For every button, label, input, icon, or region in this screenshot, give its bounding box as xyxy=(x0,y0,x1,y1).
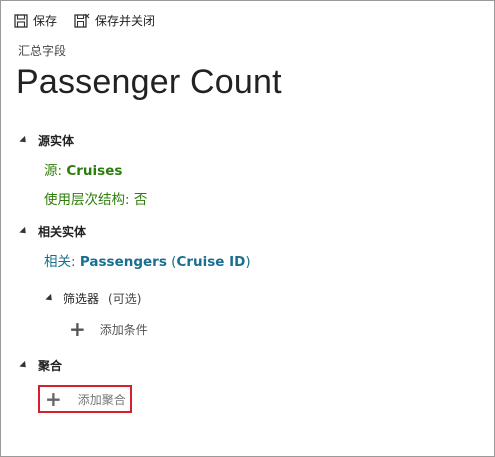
add-aggregate-button[interactable]: + 添加聚合 xyxy=(38,385,132,413)
form-window: 保存 保存并关闭 汇总字段 Passenger Count 源实体 源: Cru… xyxy=(0,0,495,457)
related-key-close: ) xyxy=(245,254,251,270)
hierarchy-row: 使用层次结构: 否 xyxy=(44,188,147,208)
page-title: Passenger Count xyxy=(16,63,282,101)
collapse-triangle-icon xyxy=(19,226,29,237)
source-value-link[interactable]: Cruises xyxy=(66,163,122,179)
collapse-triangle-icon xyxy=(45,293,55,304)
source-entity-section-header[interactable]: 源实体 xyxy=(19,132,75,149)
save-and-close-button[interactable]: 保存并关闭 xyxy=(74,12,155,29)
add-condition-button[interactable]: + 添加条件 xyxy=(69,319,148,339)
source-label: 源: xyxy=(44,163,63,179)
related-row[interactable]: 相关: Passengers (Cruise ID) xyxy=(44,250,251,270)
save-close-label: 保存并关闭 xyxy=(95,14,156,28)
related-entity-section-header[interactable]: 相关实体 xyxy=(19,223,87,240)
add-condition-label: 添加条件 xyxy=(99,322,148,337)
source-row: 源: Cruises xyxy=(44,159,122,179)
plus-icon: + xyxy=(69,317,86,341)
collapse-triangle-icon xyxy=(19,135,29,146)
hierarchy-label: 使用层次结构: xyxy=(44,192,130,208)
filter-section-header[interactable]: 筛选器 (可选) xyxy=(45,290,142,307)
aggregate-section-header[interactable]: 聚合 xyxy=(19,357,63,374)
related-label: 相关: xyxy=(44,254,76,270)
related-entity-value: Passengers xyxy=(79,254,167,270)
save-close-icon xyxy=(74,13,90,28)
save-button[interactable]: 保存 xyxy=(14,12,57,29)
save-label: 保存 xyxy=(33,14,58,28)
related-entity-heading: 相关实体 xyxy=(38,225,87,239)
filter-heading: 筛选器 xyxy=(63,292,100,306)
related-key-value: Cruise ID xyxy=(176,254,246,270)
add-aggregate-label: 添加聚合 xyxy=(77,392,126,407)
hierarchy-value[interactable]: 否 xyxy=(134,192,148,208)
aggregate-heading: 聚合 xyxy=(38,359,63,373)
filter-optional-note: (可选) xyxy=(108,292,142,306)
collapse-triangle-icon xyxy=(19,360,29,371)
form-subtitle: 汇总字段 xyxy=(18,44,67,58)
source-entity-heading: 源实体 xyxy=(38,134,75,148)
save-icon xyxy=(14,13,28,28)
plus-icon: + xyxy=(45,387,62,411)
